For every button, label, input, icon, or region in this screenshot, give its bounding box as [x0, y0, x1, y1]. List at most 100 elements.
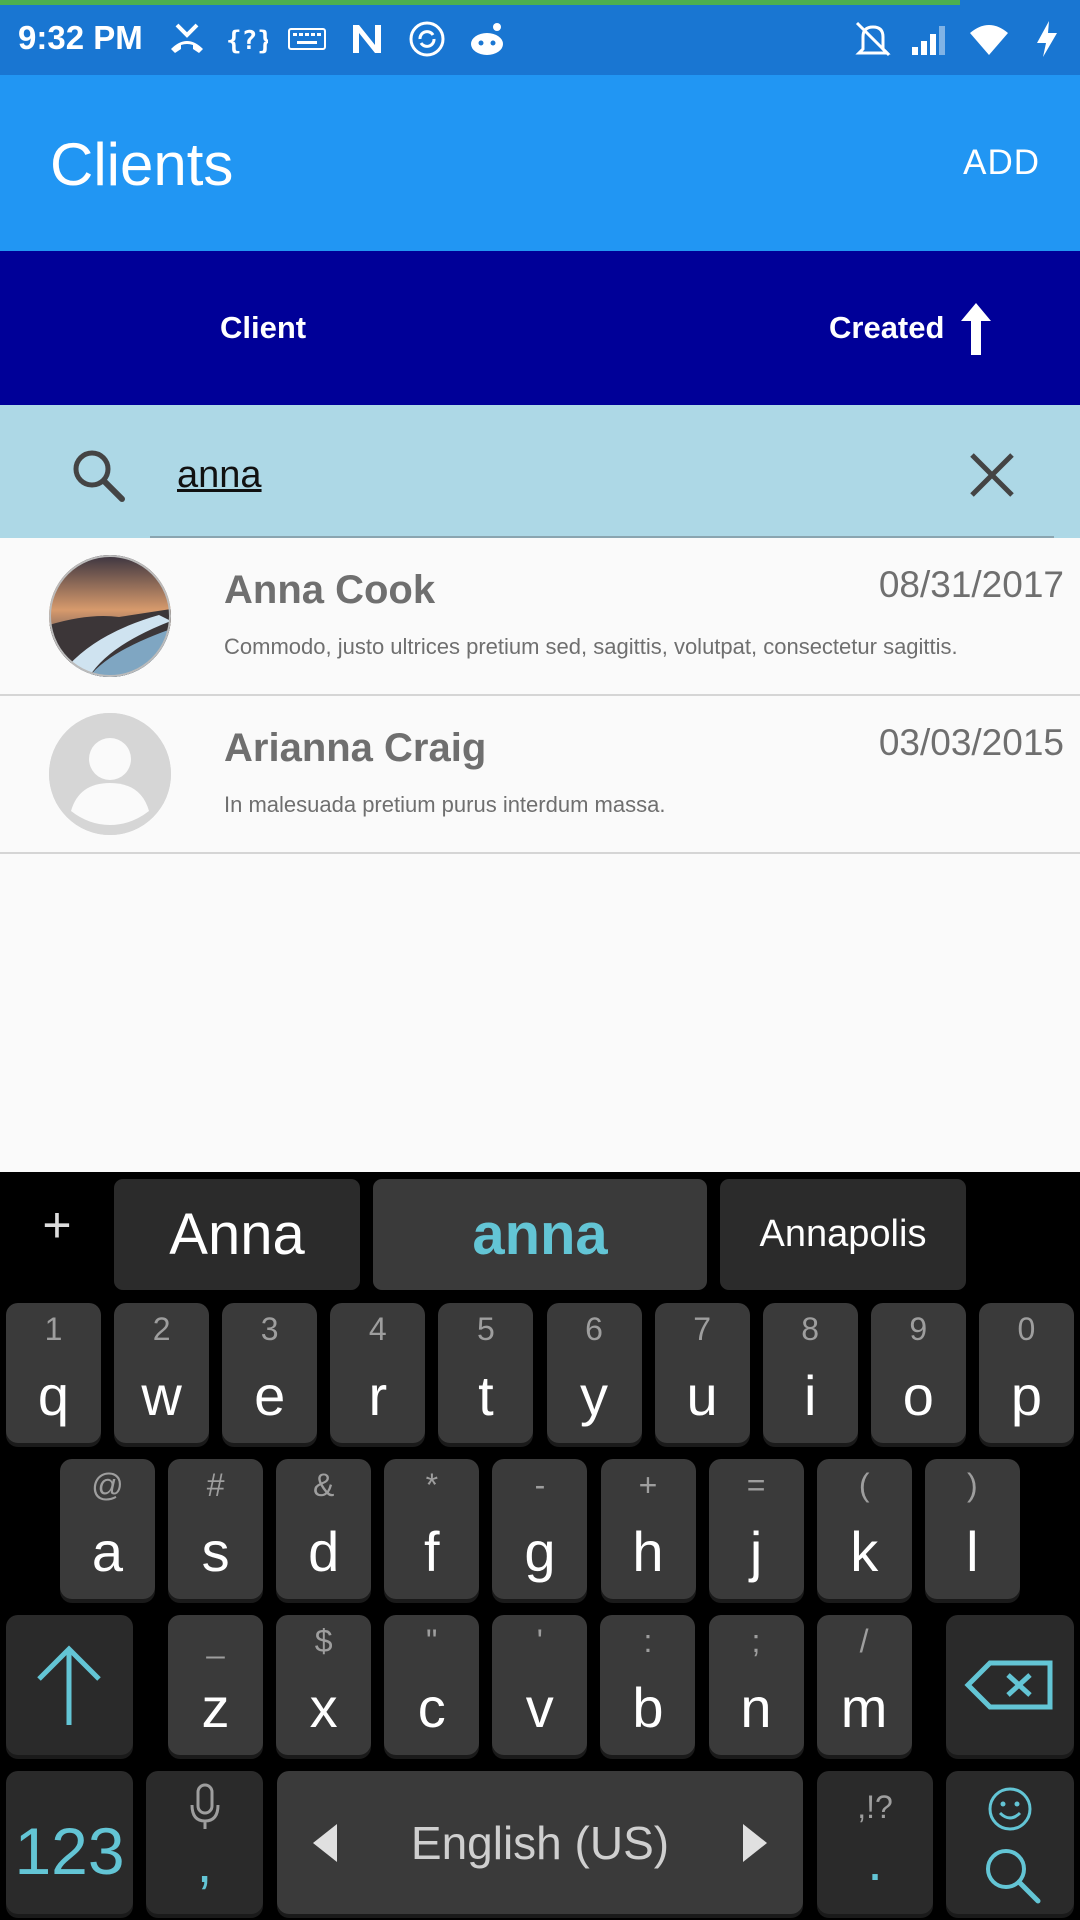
key-y[interactable]: 6y — [546, 1303, 642, 1443]
backspace-key[interactable] — [946, 1615, 1074, 1755]
shift-key[interactable] — [6, 1615, 133, 1755]
arrow-right-icon — [743, 1824, 767, 1862]
key-alt-label: 4 — [368, 1311, 387, 1347]
missed-call-icon — [166, 18, 208, 60]
key-label: m — [840, 1676, 888, 1739]
key-s[interactable]: # s — [168, 1459, 264, 1599]
key-u[interactable]: 7u — [654, 1303, 750, 1443]
add-client-button[interactable]: ADD — [963, 137, 1040, 189]
search-icon — [986, 1849, 1041, 1904]
key-alt-label: 8 — [801, 1311, 820, 1347]
key-label: v — [525, 1676, 554, 1739]
key-alt-label: 6 — [585, 1311, 603, 1347]
key-label: o — [902, 1364, 934, 1427]
key-b[interactable]: :b — [600, 1615, 696, 1755]
emoji-icon — [988, 1787, 1032, 1831]
microphone-icon — [190, 1783, 220, 1829]
key-r[interactable]: 4r — [330, 1303, 426, 1443]
suggestion-2[interactable]: anna — [373, 1179, 707, 1290]
key-label: q — [37, 1364, 70, 1427]
key-t[interactable]: 5t — [438, 1303, 534, 1443]
n-app-icon — [346, 18, 388, 60]
suggestion-1[interactable]: Anna — [114, 1179, 360, 1290]
system-icons — [852, 18, 1068, 60]
key-alt-label: 1 — [44, 1311, 63, 1347]
list-item[interactable]: Anna Cook 08/31/2017 Commodo, justo ultr… — [0, 538, 1080, 696]
space-key[interactable]: English (US) — [277, 1771, 803, 1914]
sort-by-client-button[interactable]: Client — [220, 303, 306, 353]
client-list: Anna Cook 08/31/2017 Commodo, justo ultr… — [0, 538, 1080, 854]
key-c[interactable]: " c — [384, 1615, 480, 1755]
key-h[interactable]: + h — [600, 1459, 696, 1599]
key-label: z — [201, 1676, 230, 1739]
page-title: Clients — [50, 131, 234, 198]
key-v[interactable]: ' v — [492, 1615, 588, 1755]
key-g[interactable]: -g — [492, 1459, 588, 1599]
key-alt-label: 7 — [693, 1311, 711, 1347]
shift-arrow-icon — [37, 1645, 101, 1725]
key-label: d — [308, 1520, 340, 1583]
key-q[interactable]: 1q — [6, 1303, 101, 1443]
client-name: Anna Cook — [224, 568, 436, 612]
key-k[interactable]: (k — [816, 1459, 912, 1599]
emoji-search-key[interactable] — [946, 1771, 1074, 1914]
key-l[interactable]: ) l — [924, 1459, 1020, 1599]
key-e[interactable]: 3e — [222, 1303, 318, 1443]
key-label: a — [91, 1520, 124, 1583]
key-i[interactable]: 8i — [762, 1303, 858, 1443]
key-alt-label: 9 — [909, 1311, 928, 1347]
key-alt-label: _ — [206, 1623, 225, 1659]
key-label: l — [966, 1520, 979, 1583]
key-z[interactable]: _ z — [168, 1615, 263, 1755]
key-a[interactable]: @ a — [60, 1459, 155, 1599]
key-alt-label: 5 — [476, 1311, 495, 1347]
key-x[interactable]: $ x — [276, 1615, 372, 1755]
key-m[interactable]: / m — [816, 1615, 912, 1755]
key-label: t — [478, 1364, 494, 1427]
mute-bell-icon — [852, 18, 894, 60]
sort-by-created-button[interactable]: Created — [829, 303, 944, 353]
sync-icon — [406, 18, 448, 60]
period-key[interactable]: ,!? . — [817, 1771, 933, 1914]
key-o[interactable]: 9o — [870, 1303, 966, 1443]
comma-voice-key[interactable]: , — [146, 1771, 263, 1914]
key-label: y — [580, 1364, 608, 1427]
key-alt-label: ) — [966, 1467, 978, 1503]
key-alt-label: @ — [91, 1467, 124, 1503]
search-bar — [0, 405, 1080, 538]
key-w[interactable]: 2w — [114, 1303, 210, 1443]
close-icon[interactable] — [962, 445, 1022, 505]
key-alt-label: 3 — [260, 1311, 279, 1347]
app-bar: Clients ADD — [0, 75, 1080, 251]
key-n[interactable]: ; n — [708, 1615, 804, 1755]
key-label: r — [368, 1364, 388, 1427]
key-alt-label: 2 — [152, 1311, 171, 1347]
key-d[interactable]: & d — [276, 1459, 372, 1599]
client-created-date: 03/03/2015 — [878, 722, 1064, 763]
avatar — [49, 555, 171, 677]
client-name: Arianna Craig — [224, 726, 487, 770]
key-label: k — [850, 1520, 879, 1583]
key-label: x — [309, 1676, 338, 1739]
reddit-icon — [466, 18, 508, 60]
list-item[interactable]: Arianna Craig 03/03/2015 In malesuada pr… — [0, 696, 1080, 854]
key-label: f — [424, 1520, 440, 1583]
suggestion-3[interactable]: Annapolis — [720, 1179, 966, 1290]
key-j[interactable]: = j — [708, 1459, 804, 1599]
arrow-up-icon[interactable] — [958, 301, 994, 357]
key-label: p — [1010, 1364, 1042, 1427]
plus-icon[interactable]: + — [24, 1192, 90, 1258]
cell-signal-icon — [910, 18, 952, 60]
numbers-key[interactable]: 123 — [6, 1771, 133, 1914]
avatar — [49, 713, 171, 835]
key-alt-label: + — [638, 1467, 658, 1503]
key-label: h — [632, 1520, 664, 1583]
status-bar: 9:32 PM {?} — [0, 0, 1080, 75]
key-f[interactable]: * f — [384, 1459, 480, 1599]
key-label: s — [201, 1520, 230, 1583]
key-alt-label: : — [643, 1623, 653, 1659]
key-alt-label: $ — [314, 1623, 333, 1659]
search-input[interactable] — [150, 435, 950, 515]
key-p[interactable]: 0p — [978, 1303, 1074, 1443]
unknown-app-icon: {?} — [226, 18, 268, 60]
